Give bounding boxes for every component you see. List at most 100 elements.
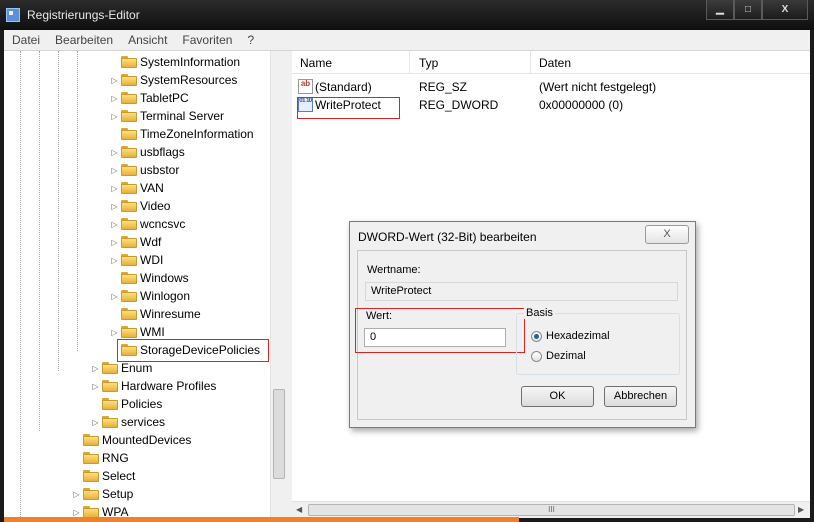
folder-icon	[121, 182, 137, 194]
menu-favoriten[interactable]: Favoriten	[174, 30, 239, 50]
folder-icon	[121, 218, 137, 230]
radio-hexadecimal[interactable]: Hexadezimal	[531, 330, 610, 342]
expand-arrow-icon[interactable]: ▷	[91, 382, 100, 391]
cancel-button[interactable]: Abbrechen	[604, 386, 677, 407]
expand-arrow-icon[interactable]: ▷	[110, 76, 119, 85]
menu-datei[interactable]: Datei	[4, 30, 47, 50]
value-data: (Wert nicht festgelegt)	[539, 80, 657, 94]
expand-arrow-icon[interactable]: ▷	[110, 328, 119, 337]
value-name-label: Wertname:	[367, 264, 421, 276]
dialog-body: Wertname: WriteProtect Wert: 0 Basis Hex…	[355, 250, 687, 420]
string-value-icon: ab	[298, 79, 313, 94]
tree-item[interactable]: ▷ WDI	[110, 251, 163, 269]
tree-item[interactable]: ▷ Wdf	[110, 233, 161, 251]
tree-item[interactable]: ▷ Hardware Profiles	[91, 377, 216, 395]
expand-arrow-icon[interactable]: ▷	[110, 220, 119, 229]
folder-icon	[83, 506, 99, 517]
scroll-right-icon[interactable]: ▶	[798, 505, 804, 514]
expand-arrow-icon[interactable]: ▷	[110, 148, 119, 157]
window-controls: ▁ □ X	[706, 0, 808, 20]
folder-icon	[121, 200, 137, 212]
tree-scroll-thumb[interactable]	[273, 389, 285, 479]
tree-guide-line	[20, 51, 21, 517]
expand-arrow-icon[interactable]: ▷	[110, 238, 119, 247]
folder-icon	[102, 362, 118, 374]
tree-item[interactable]: ▷ SystemResources	[110, 71, 237, 89]
list-scroll-thumb[interactable]: III	[308, 504, 795, 516]
title-bar: Registrierungs-Editor ▁ □ X	[0, 0, 814, 30]
folder-icon	[121, 164, 137, 176]
folder-icon	[121, 92, 137, 104]
expand-arrow-icon[interactable]: ▷	[110, 292, 119, 301]
tree-item[interactable]: RNG	[72, 449, 129, 467]
accent-bar	[4, 517, 519, 522]
radio-selected-icon[interactable]	[531, 330, 542, 342]
radio-decimal[interactable]: Dezimal	[531, 350, 586, 362]
tree-item[interactable]: ▷ services	[91, 413, 165, 431]
value-name: (Standard)	[315, 80, 372, 94]
folder-icon	[83, 488, 99, 500]
tree-item[interactable]: ▷ usbflags	[110, 143, 184, 161]
radio-unselected-icon[interactable]	[531, 350, 542, 362]
tree-item[interactable]: TimeZoneInformation	[110, 125, 254, 143]
column-separator[interactable]	[530, 51, 531, 73]
folder-icon	[83, 470, 99, 482]
value-type: REG_DWORD	[419, 98, 499, 112]
list-horizontal-scrollbar[interactable]: ◀ III ▶	[292, 501, 810, 518]
tree-item[interactable]: ▷ Terminal Server	[110, 107, 224, 125]
value-data: 0x00000000 (0)	[539, 98, 624, 112]
folder-icon	[121, 146, 137, 158]
tree-item[interactable]: ▷ Winlogon	[110, 287, 190, 305]
column-separator[interactable]	[409, 51, 410, 73]
value-name-field: WriteProtect	[365, 282, 678, 301]
list-row[interactable]: ab (Standard) REG_SZ (Wert nicht festgel…	[292, 78, 810, 96]
expand-arrow-icon[interactable]: ▷	[91, 364, 100, 373]
dialog-close-button[interactable]: X	[645, 225, 689, 244]
expand-arrow-icon[interactable]: ▷	[110, 166, 119, 175]
list-header: Name Typ Daten	[292, 51, 810, 74]
expand-arrow-icon[interactable]: ▷	[110, 112, 119, 121]
menu-bearbeiten[interactable]: Bearbeiten	[47, 30, 120, 50]
ok-button[interactable]: OK	[521, 386, 594, 407]
tree-item[interactable]: ▷ usbstor	[110, 161, 179, 179]
tree-item[interactable]: Select	[72, 467, 135, 485]
highlight-box	[355, 308, 525, 353]
column-data[interactable]: Daten	[539, 56, 571, 70]
expand-arrow-icon[interactable]: ▷	[72, 508, 81, 517]
tree-item[interactable]: ▷ WPA	[72, 503, 128, 517]
scroll-left-icon[interactable]: ◀	[296, 505, 302, 514]
radio-hexadecimal-label: Hexadezimal	[546, 330, 610, 342]
expand-arrow-icon[interactable]: ▷	[110, 184, 119, 193]
tree-item[interactable]: ▷ wcncsvc	[110, 215, 185, 233]
tree-item[interactable]: ▷ VAN	[110, 179, 163, 197]
maximize-button[interactable]: □	[734, 0, 762, 20]
tree-item[interactable]: Policies	[91, 395, 162, 413]
tree-guide-line	[58, 51, 59, 371]
tree-item[interactable]: Windows	[110, 269, 189, 287]
menu-help[interactable]: ?	[239, 30, 261, 50]
expand-arrow-icon[interactable]: ▷	[91, 418, 100, 427]
tree-item[interactable]: MountedDevices	[72, 431, 191, 449]
tree-item[interactable]: Winresume	[110, 305, 201, 323]
menu-ansicht[interactable]: Ansicht	[120, 30, 174, 50]
expand-arrow-icon[interactable]: ▷	[110, 202, 119, 211]
tree-item[interactable]: ▷ Setup	[72, 485, 133, 503]
minimize-button[interactable]: ▁	[706, 0, 734, 20]
radio-decimal-label: Dezimal	[546, 350, 586, 362]
close-button[interactable]: X	[762, 0, 808, 20]
expand-arrow-icon[interactable]: ▷	[72, 490, 81, 499]
expand-arrow-icon[interactable]: ▷	[110, 94, 119, 103]
menu-bar: Datei Bearbeiten Ansicht Favoriten ?	[4, 30, 810, 51]
tree-item[interactable]: SystemInformation	[110, 53, 240, 71]
folder-icon	[102, 398, 118, 410]
expand-arrow-icon[interactable]: ▷	[110, 256, 119, 265]
column-type[interactable]: Typ	[419, 56, 438, 70]
column-name[interactable]: Name	[300, 56, 332, 70]
tree-vertical-scrollbar[interactable]	[270, 51, 286, 517]
value-type: REG_SZ	[419, 80, 468, 94]
tree-item[interactable]: ▷ Enum	[91, 359, 152, 377]
tree-item[interactable]: ▷ Video	[110, 197, 170, 215]
folder-icon	[121, 128, 137, 140]
tree-item[interactable]: ▷ TabletPC	[110, 89, 188, 107]
base-groupbox	[516, 313, 680, 375]
